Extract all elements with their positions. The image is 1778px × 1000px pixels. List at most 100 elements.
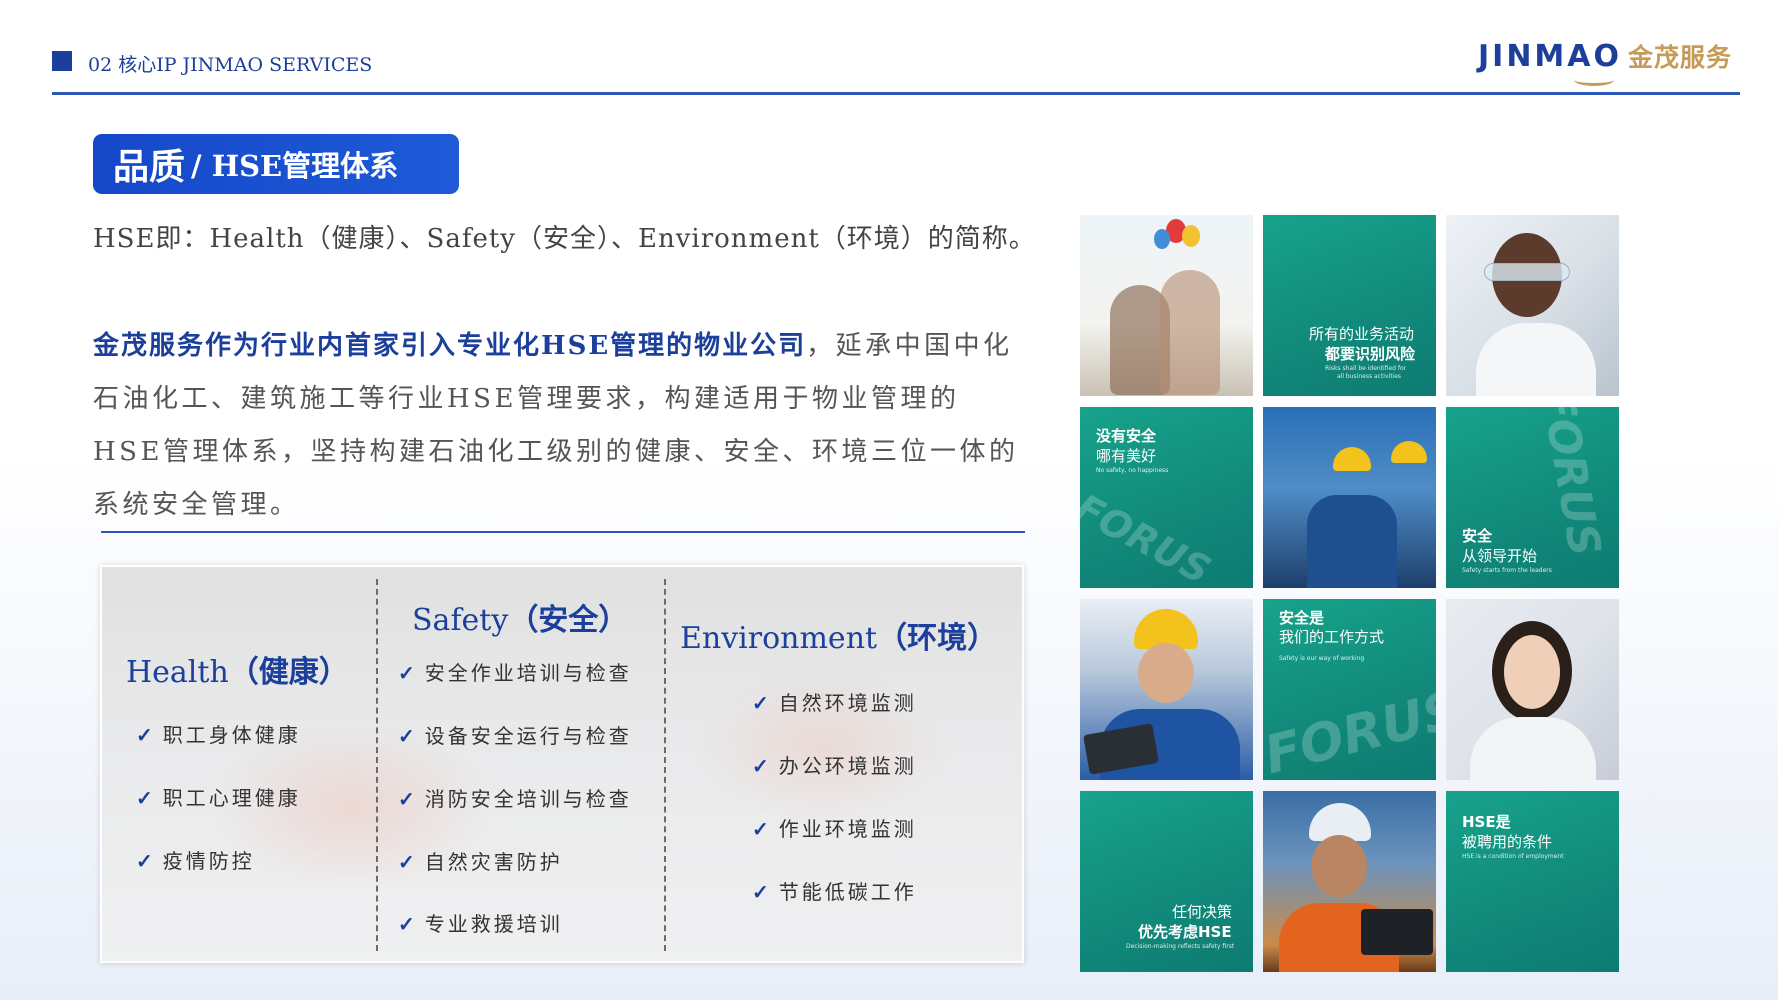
safety-heading-cn: （安全） <box>508 603 629 638</box>
check-icon: ✓ <box>752 691 769 715</box>
lab-coat <box>1476 323 1596 396</box>
worker-uniform <box>1307 495 1397 588</box>
slogan-line2: 优先考虑HSE <box>1138 923 1232 941</box>
list-item-label: 消防安全培训与检查 <box>424 787 632 811</box>
list-item: ✓ 节能低碳工作 <box>752 876 917 905</box>
slogan-small: Safety starts from the leaders <box>1462 567 1552 574</box>
check-icon: ✓ <box>752 754 769 778</box>
environment-heading-en: Environment <box>680 621 878 656</box>
list-item-label: 作业环境监测 <box>778 817 917 841</box>
check-icon: ✓ <box>136 786 153 810</box>
balloon-icon <box>1182 225 1200 247</box>
worker-tablet-photo <box>1080 599 1253 780</box>
list-item-label: 办公环境监测 <box>778 754 917 778</box>
check-icon: ✓ <box>752 817 769 841</box>
health-heading: Health（健康） <box>126 647 349 691</box>
list-item: ✓ 专业救援培训 <box>398 908 563 937</box>
logo-arc-icon <box>1574 74 1614 86</box>
scientist-goggles-photo <box>1446 215 1619 396</box>
slogan-line1: 所有的业务活动 <box>1309 325 1415 343</box>
check-icon: ✓ <box>398 787 415 811</box>
slogan-line2: 都要识别风险 <box>1325 345 1416 363</box>
slogan-line1: 安全是 <box>1279 609 1325 627</box>
list-item: ✓ 职工心理健康 <box>136 782 301 811</box>
slogan-small: HSE is a condition of employment <box>1462 853 1564 860</box>
list-item-label: 专业救援培训 <box>424 912 563 936</box>
list-item: ✓ 自然灾害防护 <box>398 846 563 875</box>
forus-watermark: FORUS <box>1263 679 1436 780</box>
paragraph-divider <box>101 531 1025 533</box>
balloon-icon <box>1154 229 1170 249</box>
slogan-small: Safety is our way of working <box>1279 655 1365 662</box>
check-icon: ✓ <box>398 912 415 936</box>
person-head <box>1138 643 1194 703</box>
description-paragraph: 金茂服务作为行业内首家引入专业化HSE管理的物业公司，延承中国中化石油化工、建筑… <box>93 320 1023 532</box>
person-head <box>1311 835 1367 897</box>
forus-watermark: FORUS <box>1080 485 1218 588</box>
jinmao-logo: JINMAO 金茂服务 <box>1478 38 1733 86</box>
list-item-label: 职工心理健康 <box>162 786 301 810</box>
list-item: ✓ 办公环境监测 <box>752 750 917 779</box>
hard-hat-icon <box>1391 441 1427 463</box>
page-title: 品质 / HSE管理体系 <box>93 134 459 194</box>
safety-heading-en: Safety <box>412 603 509 638</box>
safety-heading: Safety（安全） <box>412 595 628 639</box>
family-balloons-photo <box>1080 215 1253 396</box>
slogan-line2: 我们的工作方式 <box>1279 628 1385 646</box>
section-title: 02 核心IP JINMAO SERVICES <box>88 54 373 76</box>
slogan-line2: 从领导开始 <box>1462 547 1538 565</box>
list-item-label: 自然环境监测 <box>778 691 917 715</box>
list-item: ✓ 职工身体健康 <box>136 719 301 748</box>
check-icon: ✓ <box>136 849 153 873</box>
slogan-line1: HSE是 <box>1462 813 1511 831</box>
section-marker <box>52 51 72 71</box>
check-icon: ✓ <box>752 880 769 904</box>
slogan-tile-employment: HSE是 被聘用的条件 HSE is a condition of employ… <box>1446 791 1619 972</box>
environment-heading: Environment（环境） <box>680 613 997 657</box>
page-title-rest: / HSE管理体系 <box>191 149 399 183</box>
check-icon: ✓ <box>136 723 153 747</box>
person-silhouette <box>1160 270 1220 395</box>
list-item: ✓ 自然环境监测 <box>752 687 917 716</box>
slogan-line1: 没有安全 <box>1096 427 1157 445</box>
person-blouse <box>1470 717 1596 780</box>
list-item: ✓ 疫情防控 <box>136 845 255 874</box>
slogan-tile-leaders: FORUS 安全 从领导开始 Safety starts from the le… <box>1446 407 1619 588</box>
check-icon: ✓ <box>398 850 415 874</box>
list-item-label: 节能低碳工作 <box>778 880 917 904</box>
page-title-cn: 品质 <box>113 146 186 188</box>
list-item-label: 安全作业培训与检查 <box>424 661 632 685</box>
laptop-icon <box>1361 909 1433 955</box>
check-icon: ✓ <box>398 724 415 748</box>
list-item: ✓ 安全作业培训与检查 <box>398 657 632 686</box>
slogan-small: No safety, no happiness <box>1096 467 1169 474</box>
health-heading-en: Health <box>126 655 229 690</box>
logo-en: JINMAO <box>1478 38 1623 74</box>
list-item: ✓ 作业环境监测 <box>752 813 917 842</box>
slogan-tile-no-safety: FORUS 没有安全 哪有美好 No safety, no happiness <box>1080 407 1253 588</box>
slogan-tile-decision: 任何决策 优先考虑HSE Decision-making reflects sa… <box>1080 791 1253 972</box>
goggles-icon <box>1484 263 1570 281</box>
health-heading-cn: （健康） <box>228 655 349 690</box>
worker-dusk-photo <box>1263 791 1436 972</box>
list-item: ✓ 设备安全运行与检查 <box>398 720 632 749</box>
environment-heading-cn: （环境） <box>877 621 998 656</box>
column-divider <box>376 579 378 951</box>
workers-plant-photo <box>1263 407 1436 588</box>
column-divider <box>664 579 666 951</box>
list-item-label: 疫情防控 <box>162 849 255 873</box>
list-item: ✓ 消防安全培训与检查 <box>398 783 632 812</box>
slogan-line2: 哪有美好 <box>1096 447 1157 465</box>
slogan-line1: 任何决策 <box>1172 903 1233 921</box>
slogan-line1: 安全 <box>1462 527 1493 545</box>
slogan-line2: 被聘用的条件 <box>1462 833 1553 851</box>
check-icon: ✓ <box>398 661 415 685</box>
hard-hat-icon <box>1333 447 1371 471</box>
slogan-tile-risk: 所有的业务活动 都要识别风险 Risks shall be identified… <box>1263 215 1436 396</box>
businesswoman-photo <box>1446 599 1619 780</box>
logo-cn: 金茂服务 <box>1628 43 1733 72</box>
forus-watermark: FORUS <box>1530 407 1611 561</box>
list-item-label: 设备安全运行与检查 <box>424 724 632 748</box>
person-face <box>1504 635 1560 709</box>
description-highlight: 金茂服务作为行业内首家引入专业化HSE管理的物业公司 <box>93 331 807 361</box>
